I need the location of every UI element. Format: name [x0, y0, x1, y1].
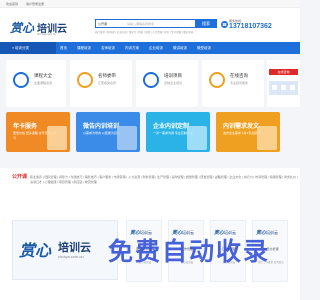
keyword-links[interactable]: 职业素养 | 团队管理 | 领导力 | 沟通技巧 | 销售技巧 | 客户服务 |…: [30, 175, 300, 185]
card-projects[interactable]: 培训项目 定制企业培训: [136, 60, 198, 107]
main-nav: ≡ 培训分类 首页 课程培训 名师培训 内训方案 企业培训 微讲培训 微型培训: [0, 42, 300, 54]
nav-item-inhouse[interactable]: 内训方案: [125, 42, 139, 54]
app-preview-image: [269, 81, 298, 95]
feature-title: 年卡服务: [13, 124, 38, 130]
side-banner[interactable]: 在线咨询: [267, 60, 300, 107]
phone-icon: ☎: [221, 21, 228, 28]
nav-item-enterprise[interactable]: 企业培训: [149, 42, 163, 54]
brand-url: chuiya.com.cn: [58, 254, 84, 259]
search-button[interactable]: 搜索: [195, 19, 217, 28]
app-screen-icon: [281, 85, 286, 90]
consult-badge: 在线咨询: [269, 69, 298, 75]
card-subtitle: 定制企业培训: [164, 81, 183, 85]
card-course-catalog[interactable]: 课程大全 全面课程资源: [6, 60, 66, 107]
card-title: 在线咨询: [230, 73, 248, 78]
nav-category-label: 培训分类: [15, 46, 30, 50]
nav-category-menu[interactable]: ≡ 培训分类: [0, 42, 56, 54]
app-screen-icon: [290, 85, 295, 90]
app-screen-icon: [272, 85, 277, 90]
nav-item-home[interactable]: 首页: [60, 42, 67, 54]
nav-items: 首页 课程培训 名师培训 内训方案 企业培训 微讲培训 微型培训: [60, 42, 221, 54]
feature-micro-training[interactable]: 微告内训培训 以需求为导向 以结果为目标: [76, 112, 140, 152]
chat-icon: [209, 72, 225, 88]
feature-demand-post[interactable]: 内训需求发文 发布企业需求 1对1专业顾问: [216, 112, 280, 152]
phone-number: 13718107362: [229, 23, 272, 30]
login-link[interactable]: 用户登录注册: [26, 2, 44, 6]
presenter-illustration: [187, 126, 207, 150]
panel-title: 公开课: [12, 174, 28, 180]
header: 赏心 培训云 chuiya.com.cn 公开课 请输入课程名称搜索 搜索 热门…: [0, 8, 300, 42]
brand-mark: 赏心: [19, 241, 52, 260]
card-teachers[interactable]: 名师委带 汇聚各类名师: [70, 60, 132, 107]
nav-item-micro-lecture[interactable]: 微讲培训: [173, 42, 187, 54]
search-box: 公开课 请输入课程名称搜索: [95, 19, 197, 28]
teacher-icon: [77, 72, 93, 88]
hot-keywords[interactable]: 热门推荐 | 新开课 | 企业内训 | 领导力 | 销售 | 营销 | 人力资源…: [95, 30, 220, 34]
top-bar: 欢迎来到 用户登录注册: [0, 0, 300, 8]
card-consult[interactable]: 在线咨询 专业顾问服务: [202, 60, 264, 107]
feature-enterprise-custom[interactable]: 企业内训定制 一对一需求沟通 专业定制方案: [146, 112, 210, 152]
feature-title: 微告内训培训: [83, 124, 120, 130]
video-illustration: [117, 126, 137, 150]
feature-annual-card[interactable]: 年卡服务 更低价格 更多课程 全年无限次学习: [6, 112, 70, 152]
search-input[interactable]: 请输入课程名称搜索: [127, 22, 154, 26]
book-icon: [13, 72, 29, 88]
document-illustration: [257, 126, 277, 150]
brand-logo-large[interactable]: 赏心 培训云 chuiya.com.cn: [12, 220, 118, 280]
project-icon: [143, 72, 159, 88]
nav-item-courses[interactable]: 课程培训: [77, 42, 91, 54]
feature-title: 内训需求发文: [223, 124, 260, 130]
nav-item-micro-training[interactable]: 微型培训: [197, 42, 211, 54]
site-logo-url: chuiya.com.cn: [37, 32, 57, 36]
card-subtitle: 汇聚各类名师: [98, 81, 117, 85]
watermark-text: 免费自动收录: [108, 238, 271, 266]
card-title: 培训项目: [164, 73, 182, 78]
site-logo[interactable]: 赏心: [10, 19, 34, 36]
card-title: 名师委带: [98, 73, 116, 78]
brand-title: 培训云: [58, 242, 91, 254]
welcome-text: 欢迎来到: [6, 2, 19, 6]
card-title: 课程大全: [34, 73, 52, 78]
card-illustration: [47, 126, 67, 150]
search-category-select[interactable]: 公开课: [98, 22, 107, 26]
card-subtitle: 全面课程资源: [34, 81, 53, 85]
feature-title: 企业内训定制: [153, 124, 190, 130]
card-subtitle: 专业顾问服务: [230, 81, 249, 85]
nav-item-teachers[interactable]: 名师培训: [101, 42, 115, 54]
